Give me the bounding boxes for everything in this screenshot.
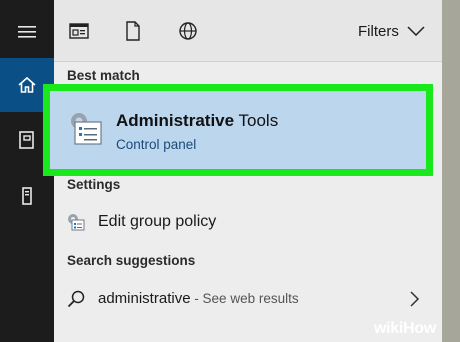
best-match-title-bold: Administrative bbox=[116, 111, 235, 130]
chevron-right-icon[interactable] bbox=[406, 291, 422, 307]
suggestion-query: administrative bbox=[98, 290, 191, 307]
chevron-down-icon bbox=[407, 26, 425, 36]
search-icon bbox=[66, 289, 86, 309]
group-policy-icon bbox=[66, 212, 86, 232]
menu-icon bbox=[18, 26, 36, 38]
documents-filter-button[interactable] bbox=[122, 20, 144, 42]
globe-icon bbox=[179, 22, 197, 40]
apps-filter-button[interactable] bbox=[68, 20, 90, 42]
settings-heading: Settings bbox=[67, 177, 121, 192]
administrative-tools-icon bbox=[71, 113, 102, 145]
tower-icon bbox=[22, 187, 32, 205]
suggestion-suffix: - See web results bbox=[190, 291, 299, 306]
filters-dropdown[interactable]: Filters bbox=[358, 20, 425, 42]
best-match-content: Administrative Tools Control panel bbox=[52, 95, 424, 165]
filters-label: Filters bbox=[358, 22, 399, 40]
best-match-title-rest: Tools bbox=[234, 111, 279, 130]
edit-group-policy-result[interactable]: Edit group policy bbox=[54, 205, 442, 239]
apps-icon bbox=[69, 23, 89, 39]
best-match-title: Administrative Tools bbox=[116, 111, 278, 131]
menu-button[interactable] bbox=[0, 12, 54, 52]
search-filter-bar: Filters bbox=[54, 0, 442, 62]
web-search-suggestion[interactable]: administrative - See web results bbox=[54, 282, 442, 316]
background-strip bbox=[442, 0, 460, 342]
edit-group-policy-label: Edit group policy bbox=[98, 213, 217, 230]
web-filter-button[interactable] bbox=[177, 20, 199, 42]
documents-icon bbox=[19, 131, 34, 149]
device-button[interactable] bbox=[0, 174, 54, 218]
search-suggestions-heading: Search suggestions bbox=[67, 253, 196, 268]
best-match-result[interactable]: Administrative Tools Control panel bbox=[43, 84, 433, 176]
wikihow-watermark: wikiHow bbox=[374, 320, 436, 337]
best-match-heading: Best match bbox=[67, 68, 140, 83]
web-suggestion-text: administrative - See web results bbox=[98, 290, 299, 307]
best-match-subtitle: Control panel bbox=[116, 137, 197, 152]
document-icon bbox=[126, 21, 140, 41]
home-icon bbox=[18, 76, 36, 93]
search-panel: Filters Best match Administrative Tools … bbox=[43, 0, 442, 342]
